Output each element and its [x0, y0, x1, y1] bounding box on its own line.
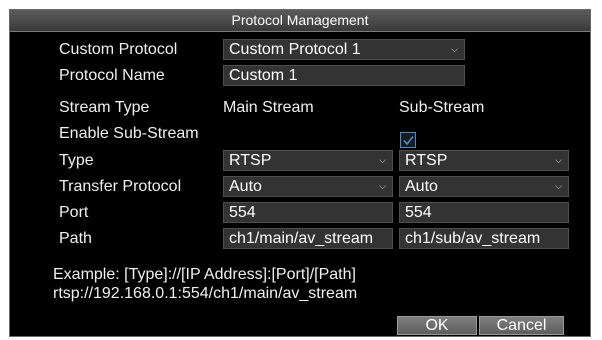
chevron-down-icon: ⌵ — [555, 181, 562, 191]
path-main-input[interactable]: ch1/main/av_stream — [223, 228, 393, 249]
chevron-down-icon: ⌵ — [379, 155, 386, 165]
transfer-protocol-sub-value: Auto — [405, 178, 438, 195]
enable-sub-stream-checkbox[interactable] — [400, 132, 416, 148]
type-sub-value: RTSP — [405, 152, 448, 169]
checkmark-icon — [403, 136, 414, 146]
protocol-name-input[interactable]: Custom 1 — [223, 65, 465, 86]
dialog-title: Protocol Management — [10, 10, 590, 32]
type-main-value: RTSP — [229, 152, 272, 169]
path-label: Path — [59, 230, 92, 247]
port-label: Port — [59, 204, 89, 221]
ok-button[interactable]: OK — [397, 316, 477, 335]
chevron-down-icon: ⌵ — [555, 155, 562, 165]
sub-stream-header: Sub-Stream — [399, 99, 485, 116]
transfer-protocol-main-value: Auto — [229, 178, 262, 195]
custom-protocol-label: Custom Protocol — [59, 41, 178, 58]
transfer-protocol-main-select[interactable]: Auto ⌵ — [223, 176, 393, 197]
enable-sub-stream-label: Enable Sub-Stream — [59, 125, 199, 142]
chevron-down-icon: ⌵ — [451, 44, 458, 54]
custom-protocol-value: Custom Protocol 1 — [229, 41, 361, 58]
main-stream-header: Main Stream — [223, 99, 314, 116]
example-format-text: Example: [Type]://[IP Address]:[Port]/[P… — [53, 266, 356, 283]
type-main-select[interactable]: RTSP ⌵ — [223, 150, 393, 171]
transfer-protocol-label: Transfer Protocol — [59, 178, 182, 195]
type-sub-select[interactable]: RTSP ⌵ — [399, 150, 569, 171]
protocol-name-label: Protocol Name — [59, 67, 165, 84]
path-sub-input[interactable]: ch1/sub/av_stream — [399, 228, 569, 249]
example-url-text: rtsp://192.168.0.1:554/ch1/main/av_strea… — [53, 285, 358, 302]
port-main-input[interactable]: 554 — [223, 202, 393, 223]
stream-type-label: Stream Type — [59, 99, 150, 116]
custom-protocol-select[interactable]: Custom Protocol 1 ⌵ — [223, 39, 465, 60]
cancel-button[interactable]: Cancel — [479, 316, 564, 335]
chevron-down-icon: ⌵ — [379, 181, 386, 191]
port-sub-input[interactable]: 554 — [399, 202, 569, 223]
protocol-management-dialog: Protocol Management Custom Protocol Cust… — [9, 9, 591, 337]
transfer-protocol-sub-select[interactable]: Auto ⌵ — [399, 176, 569, 197]
type-label: Type — [59, 152, 94, 169]
